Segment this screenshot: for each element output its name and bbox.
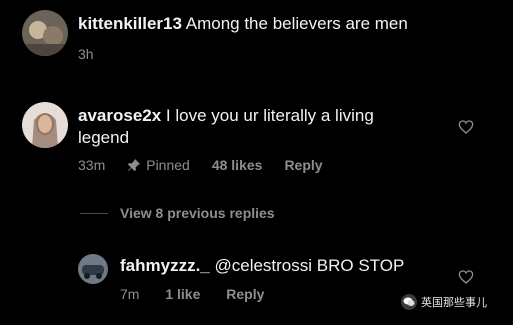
comment-text-line1: I love you ur literally a living: [165, 106, 374, 125]
avatar-fahmyzzz[interactable]: [78, 254, 108, 284]
comment-body: avarose2x I love you ur literally a livi…: [78, 105, 374, 149]
reply-meta: 7m 1 like Reply: [120, 286, 286, 302]
reply-text: @celestrossi BRO STOP: [214, 256, 405, 275]
comment-text-line2: legend: [78, 128, 130, 147]
avatar-avarose2x[interactable]: [22, 102, 68, 148]
comment-text: Among the believers are men: [185, 14, 408, 33]
reply-button[interactable]: Reply: [284, 157, 322, 173]
watermark: 英国那些事儿: [401, 294, 487, 310]
reply-username[interactable]: fahmyzzz._: [120, 256, 210, 275]
wechat-icon: [401, 294, 417, 310]
pinned-label: Pinned: [146, 157, 190, 173]
comment-meta: 3h: [78, 46, 94, 62]
comment-username[interactable]: avarose2x: [78, 106, 161, 125]
comment-meta: 33m Pinned 48 likes Reply: [78, 157, 345, 173]
avatar-kittenkiller13[interactable]: [22, 10, 68, 56]
comment-time: 33m: [78, 157, 106, 173]
watermark-text: 英国那些事儿: [421, 297, 487, 309]
pin-icon: [127, 158, 141, 172]
likes-count[interactable]: 48 likes: [212, 157, 263, 173]
view-previous-replies[interactable]: View 8 previous replies: [120, 205, 275, 221]
reply-likes-count[interactable]: 1 like: [165, 286, 200, 302]
reply-button[interactable]: Reply: [226, 286, 264, 302]
comment-time: 3h: [78, 46, 94, 62]
heart-outline-icon[interactable]: [458, 269, 474, 285]
heart-outline-icon[interactable]: [458, 119, 474, 135]
comment-username[interactable]: kittenkiller13: [78, 14, 182, 33]
reply-time: 7m: [120, 286, 140, 302]
comment-body: kittenkiller13 Among the believers are m…: [78, 13, 408, 35]
replies-divider: [80, 213, 108, 214]
reply-body: fahmyzzz._ @celestrossi BRO STOP: [120, 255, 404, 277]
